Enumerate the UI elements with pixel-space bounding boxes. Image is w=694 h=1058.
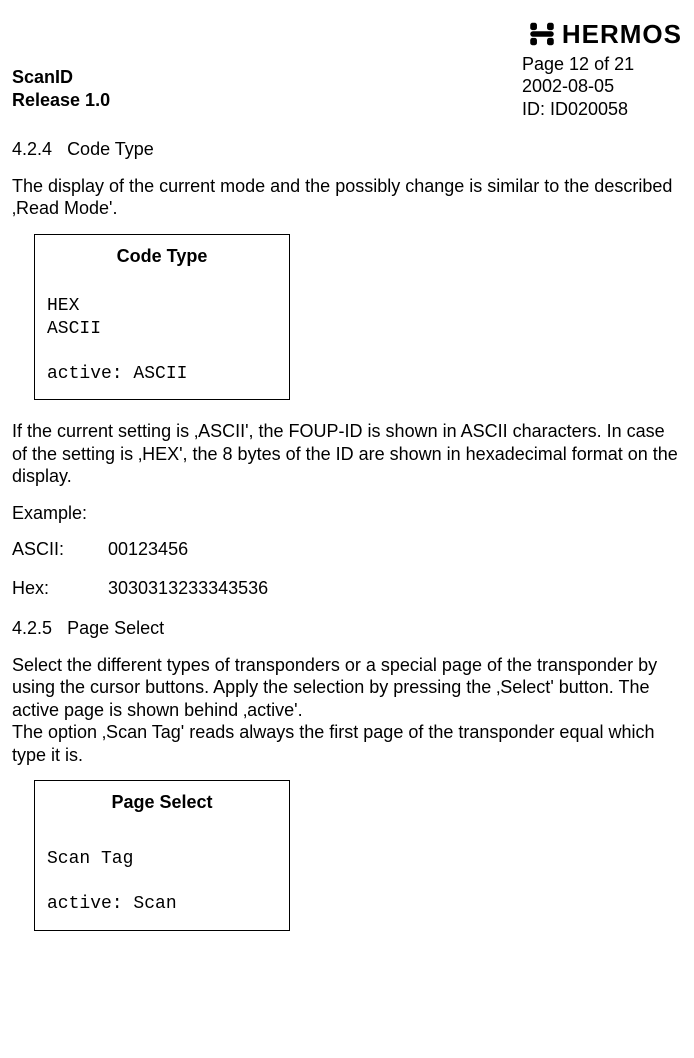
header-left: ScanID Release 1.0 [12, 18, 110, 111]
hex-value: 3030313233343536 [108, 577, 268, 600]
section-number: 4.2.4 [12, 139, 52, 159]
logo-text: HERMOS [562, 18, 682, 51]
code-type-display-box: Code Type HEX ASCII active: ASCII [34, 234, 290, 401]
hex-label: Hex: [12, 577, 108, 600]
document-page: ScanID Release 1.0 HERMOS Page 12 of 21 [0, 0, 694, 1058]
code-type-box-title: Code Type [47, 245, 277, 268]
page-select-display-box: Page Select Scan Tag active: Scan [34, 780, 290, 931]
code-type-box-body: HEX ASCII active: ASCII [47, 295, 277, 385]
ascii-label: ASCII: [12, 538, 108, 561]
example-row-hex: Hex: 3030313233343536 [12, 577, 682, 600]
logo: HERMOS [522, 18, 682, 51]
example-row-ascii: ASCII: 00123456 [12, 538, 682, 561]
ascii-value: 00123456 [108, 538, 188, 561]
section-heading-424: 4.2.4 Code Type [12, 138, 682, 161]
doc-id: ID: ID020058 [522, 98, 682, 121]
section425-para1: Select the different types of transponde… [12, 654, 682, 722]
page-select-box-body: Scan Tag active: Scan [47, 826, 277, 916]
header-right: HERMOS Page 12 of 21 2002-08-05 ID: ID02… [522, 18, 682, 120]
page-total: 21 [614, 54, 634, 74]
page-of: of [589, 54, 614, 74]
page-prefix: Page [522, 54, 569, 74]
release-label: Release 1.0 [12, 89, 110, 112]
page-current: 12 [569, 54, 589, 74]
hermos-logo-icon [528, 20, 556, 48]
section424-after-box: If the current setting is ‚ASCII', the F… [12, 420, 682, 488]
example-label: Example: [12, 502, 682, 525]
example-table: ASCII: 00123456 Hex: 3030313233343536 [12, 538, 682, 599]
section425-para2: The option ‚Scan Tag' reads always the f… [12, 721, 682, 766]
section424-intro: The display of the current mode and the … [12, 175, 682, 220]
section-title: Page Select [67, 618, 164, 638]
section-title: Code Type [67, 139, 154, 159]
product-name: ScanID [12, 66, 110, 89]
page-header: ScanID Release 1.0 HERMOS Page 12 of 21 [12, 18, 682, 120]
section-heading-425: 4.2.5 Page Select [12, 617, 682, 640]
page-number: Page 12 of 21 [522, 53, 682, 76]
section-number: 4.2.5 [12, 618, 52, 638]
page-select-box-title: Page Select [47, 791, 277, 814]
doc-date: 2002-08-05 [522, 75, 682, 98]
